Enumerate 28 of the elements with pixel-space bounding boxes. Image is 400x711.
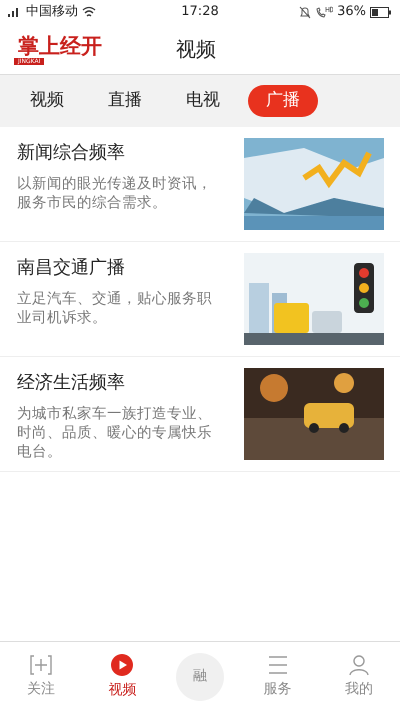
user-icon bbox=[347, 654, 372, 676]
play-icon bbox=[110, 652, 134, 676]
battery-text: 36% bbox=[337, 3, 366, 22]
tab[interactable]: 电视 bbox=[170, 85, 236, 117]
channel-name: 新闻综合频率 bbox=[17, 141, 126, 165]
carrier-text: 中国移动 bbox=[26, 3, 78, 22]
plus-icon bbox=[28, 654, 53, 676]
nav-tab[interactable]: 视频 bbox=[94, 652, 150, 700]
channel-description: 以新闻的眼光传递及时资讯，服务市民的综合需求。 bbox=[17, 175, 213, 213]
tab[interactable]: 广播 bbox=[248, 85, 318, 117]
channel-name: 经济生活频率 bbox=[17, 371, 126, 395]
battery-icon bbox=[370, 6, 392, 18]
channel-item[interactable]: 经济生活频率 为城市私家车一族打造专业、时尚、品质、暖心的专属快乐电台。 bbox=[0, 357, 400, 472]
page-title: 视频 bbox=[176, 36, 216, 63]
phone-hd-icon bbox=[315, 6, 334, 18]
channel-item[interactable]: 南昌交通广播 立足汽车、交通，贴心服务职业司机诉求。 bbox=[0, 242, 400, 357]
bell-off-icon bbox=[299, 6, 312, 18]
channel-item[interactable]: 新闻综合频率 以新闻的眼光传递及时资讯，服务市民的综合需求。 bbox=[0, 127, 400, 242]
time-text: 17:28 bbox=[181, 3, 219, 22]
channel-description: 为城市私家车一族打造专业、时尚、品质、暖心的专属快乐电台。 bbox=[17, 405, 213, 462]
channel-description: 立足汽车、交通，贴心服务职业司机诉求。 bbox=[17, 290, 213, 328]
tab[interactable]: 直播 bbox=[92, 85, 158, 117]
channel-name: 南昌交通广播 bbox=[17, 256, 126, 280]
nav-tab[interactable]: 关注 bbox=[12, 654, 69, 700]
wifi-icon bbox=[82, 6, 96, 18]
nav-tab[interactable]: 服务 bbox=[250, 654, 306, 700]
tab[interactable]: 视频 bbox=[14, 85, 80, 117]
nav-tab[interactable]: 我的 bbox=[331, 654, 388, 700]
